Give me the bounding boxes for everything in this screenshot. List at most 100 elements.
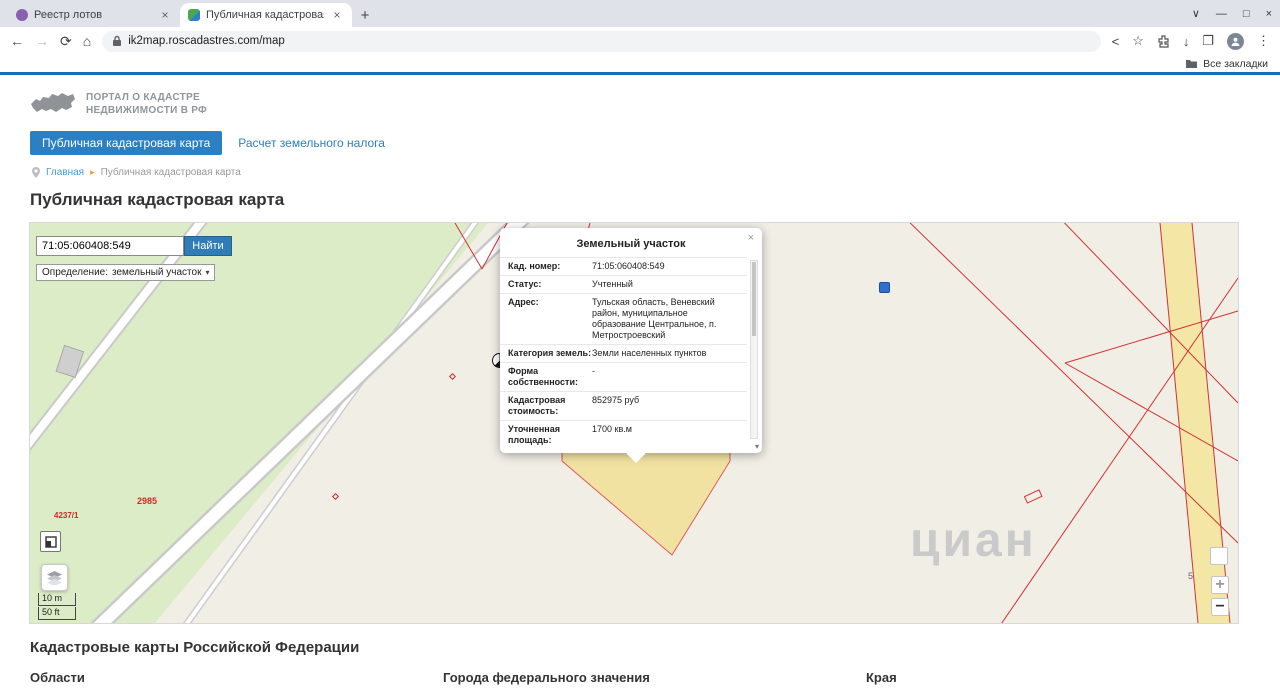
popup-row: Уточненная площадь: 1700 кв.м xyxy=(500,420,747,449)
tab-close-icon[interactable]: × xyxy=(330,8,344,22)
popup-scrollbar[interactable] xyxy=(750,260,758,439)
footer-col-regions[interactable]: Области xyxy=(30,670,443,685)
field-label: Категория земель: xyxy=(508,348,592,358)
popup-close-icon[interactable]: × xyxy=(748,232,754,244)
browser-tab-inactive[interactable]: Реестр лотов × xyxy=(8,3,180,27)
tab-public-map[interactable]: Публичная кадастровая карта xyxy=(30,131,223,155)
extensions-icon[interactable] xyxy=(1157,34,1170,48)
address-bar[interactable]: ik2map.roscadastres.com/map xyxy=(102,30,1101,52)
page-content: ПОРТАЛ О КАДАСТРЕ НЕДВИЖИМОСТИ В РФ Публ… xyxy=(0,89,1280,685)
tab-favicon-icon xyxy=(188,9,200,21)
browser-toolbar: ← → ⟳ ⌂ ik2map.roscadastres.com/map < ☆ … xyxy=(0,27,1280,55)
definition-label: Определение: xyxy=(42,267,109,278)
chevron-down-icon: ▾ xyxy=(205,268,210,277)
field-value: Тульская область, Веневский район, муниц… xyxy=(592,297,717,340)
popup-row: Категория земель: Земли населенных пункт… xyxy=(500,344,747,362)
footer-col-krais[interactable]: Края xyxy=(866,670,1280,685)
minimap-icon xyxy=(44,535,57,548)
popup-row: Статус: Учтенный xyxy=(500,275,747,293)
parcel-info-popup: Земельный участок × Кад. номер: 71:05:06… xyxy=(500,228,762,463)
popup-rows: Кад. номер: 71:05:060408:549 Статус: Учт… xyxy=(500,257,747,449)
site-nav: Публичная кадастровая карта Расчет земел… xyxy=(30,131,1280,155)
field-label: Кад. номер: xyxy=(508,261,561,271)
zoom-in-button[interactable]: + xyxy=(1211,576,1229,594)
window-close-button[interactable]: × xyxy=(1266,8,1272,20)
footer-heading: Кадастровые карты Российской Федерации xyxy=(30,639,360,656)
field-value: 71:05:060408:549 xyxy=(592,261,665,271)
tab-close-icon[interactable]: × xyxy=(158,8,172,22)
field-label: Кадастровая стоимость: xyxy=(508,395,566,416)
new-tab-button[interactable]: + xyxy=(352,3,378,27)
person-icon xyxy=(1231,37,1240,46)
scale-imperial: 50 ft xyxy=(38,607,76,620)
tab-land-tax[interactable]: Расчет земельного налога xyxy=(238,136,385,150)
bookmarks-bar: Все закладки xyxy=(0,55,1280,72)
cian-watermark: циан xyxy=(910,514,1037,567)
window-minimize-button[interactable]: — xyxy=(1216,8,1227,20)
tab-favicon-icon xyxy=(16,9,28,21)
minimap-toggle-button[interactable] xyxy=(40,531,61,552)
field-label: Адрес: xyxy=(508,297,539,307)
definition-value: земельный участок xyxy=(112,267,202,278)
breadcrumb-home[interactable]: Главная xyxy=(46,167,84,178)
field-label: Форма собственности: xyxy=(508,366,578,387)
tab-title: Публичная кадастровая ка xyxy=(206,9,324,21)
browser-tab-active[interactable]: Публичная кадастровая ка × xyxy=(180,3,352,27)
field-value: - xyxy=(592,366,595,376)
field-value: 852975 руб xyxy=(592,395,640,405)
window-controls: ∨ — □ × xyxy=(1192,0,1272,27)
map-extent-button[interactable] xyxy=(1210,547,1228,565)
reload-button[interactable]: ⟳ xyxy=(60,33,72,50)
tab-list-chevron-icon[interactable]: ∨ xyxy=(1192,7,1200,20)
popup-row: Кад. номер: 71:05:060408:549 xyxy=(500,257,747,275)
highway-marker-icon[interactable] xyxy=(879,282,890,293)
share-icon[interactable]: < xyxy=(1112,34,1120,49)
bookmarks-folder-icon xyxy=(1186,60,1198,68)
zoom-out-button[interactable]: − xyxy=(1211,598,1229,616)
parcel-number-label: 2985 xyxy=(137,496,158,506)
back-button[interactable]: ← xyxy=(10,33,24,49)
logo-line-2: НЕДВИЖИМОСТИ В РФ xyxy=(86,105,207,116)
logo-line-1: ПОРТАЛ О КАДАСТРЕ xyxy=(86,92,200,103)
footer-columns: Области Города федерального значения Кра… xyxy=(30,670,1280,685)
home-button[interactable]: ⌂ xyxy=(83,33,91,49)
cadastral-map[interactable]: Найти Определение: земельный участок ▾ 2… xyxy=(29,222,1239,624)
search-button[interactable]: Найти xyxy=(184,236,232,256)
download-icon[interactable]: ↓ xyxy=(1183,34,1190,49)
padlock-icon xyxy=(113,35,122,46)
location-pin-icon xyxy=(32,167,40,178)
bookmark-star-icon[interactable]: ☆ xyxy=(1132,33,1144,49)
popup-row: Форма собственности: - xyxy=(500,362,747,391)
scrollbar-thumb[interactable] xyxy=(752,262,756,337)
russia-map-icon xyxy=(31,93,75,112)
definition-select[interactable]: Определение: земельный участок ▾ xyxy=(36,264,216,281)
scroll-down-icon[interactable]: ▾ xyxy=(755,442,759,451)
popup-row: Кадастровая стоимость: 852975 руб xyxy=(500,391,747,420)
field-value: 1700 кв.м xyxy=(592,424,632,434)
zoom-level-label: 5 xyxy=(1188,571,1194,581)
window-maximize-button[interactable]: □ xyxy=(1243,8,1250,20)
menu-kebab-icon[interactable]: ⋮ xyxy=(1257,33,1270,49)
browser-tab-bar: Реестр лотов × Публичная кадастровая ка … xyxy=(0,0,1280,27)
layers-button[interactable] xyxy=(41,564,68,591)
breadcrumb-current: Публичная кадастровая карта xyxy=(100,167,241,178)
footer-col-cities[interactable]: Города федерального значения xyxy=(443,670,866,685)
field-value: Учтенный xyxy=(592,279,633,289)
parcel-number-label: 4237/1 xyxy=(54,511,79,520)
scale-metric: 10 m xyxy=(38,593,76,606)
map-scale: 10 m 50 ft xyxy=(38,593,76,620)
breadcrumb: Главная ▸ Публичная кадастровая карта xyxy=(32,167,1280,178)
reading-list-icon[interactable]: ❐ xyxy=(1202,33,1214,49)
profile-avatar[interactable] xyxy=(1227,32,1244,50)
all-bookmarks-label[interactable]: Все закладки xyxy=(1203,58,1268,70)
field-label: Уточненная площадь: xyxy=(508,424,560,445)
layers-icon xyxy=(47,570,62,585)
site-logo: ПОРТАЛ О КАДАСТРЕ НЕДВИЖИМОСТИ В РФ xyxy=(30,89,1280,119)
toolbar-right-icons: < ☆ ↓ ❐ ⋮ xyxy=(1112,32,1270,50)
accent-divider xyxy=(0,72,1280,75)
popup-title: Земельный участок xyxy=(576,238,686,250)
popup-row: Адрес: Тульская область, Веневский район… xyxy=(500,293,747,344)
breadcrumb-separator-icon: ▸ xyxy=(90,167,95,177)
forward-button[interactable]: → xyxy=(35,33,49,49)
search-input[interactable] xyxy=(36,236,184,256)
